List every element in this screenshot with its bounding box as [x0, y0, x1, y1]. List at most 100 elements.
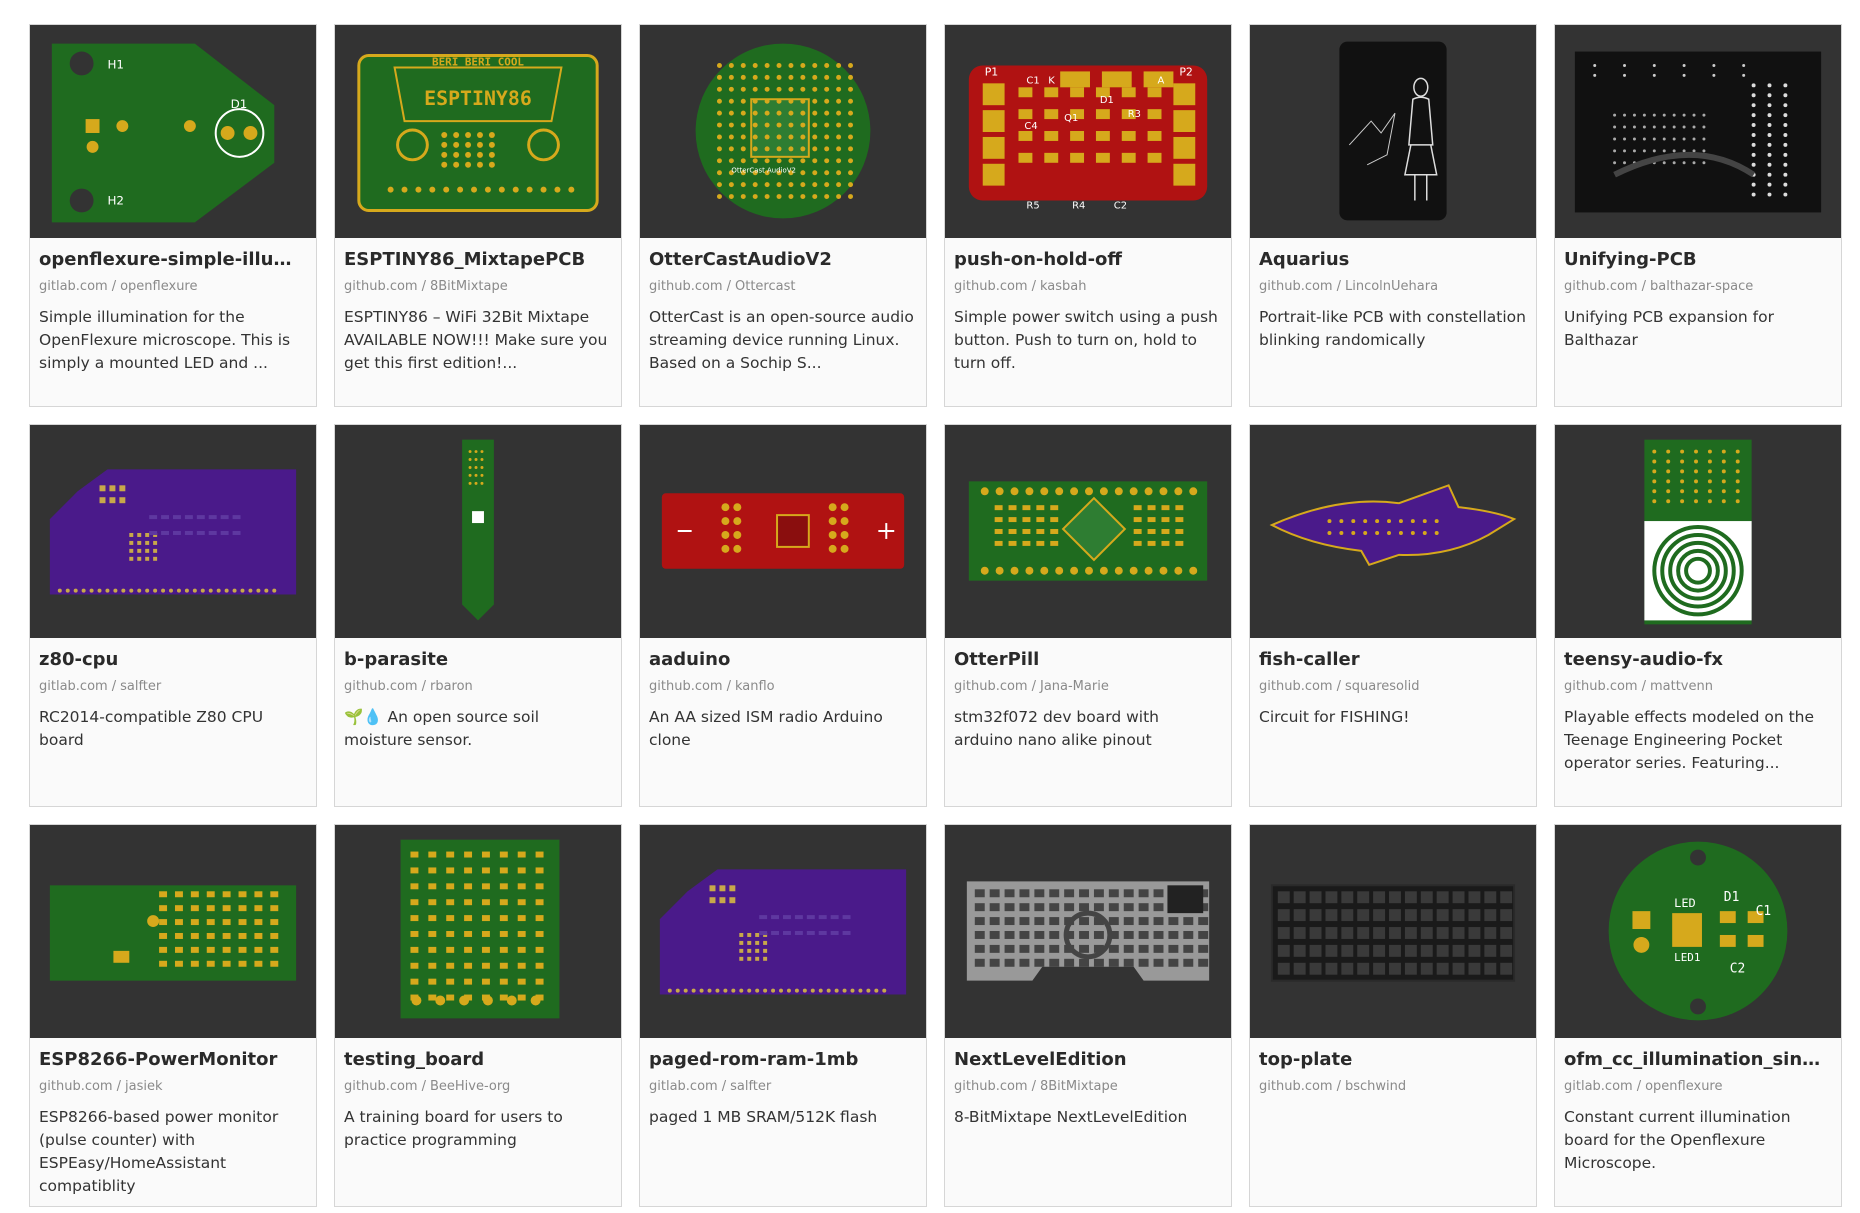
project-thumbnail[interactable]: [945, 425, 1231, 638]
source-owner[interactable]: Ottercast: [735, 279, 795, 294]
project-thumbnail[interactable]: [640, 425, 926, 638]
source-owner[interactable]: jasiek: [125, 1079, 163, 1094]
project-title[interactable]: ESPTINY86_MixtapePCB: [344, 248, 612, 272]
project-card-3[interactable]: P1 P2 C1 K A D1 Q1 R3 C4 R5 R4 C2 push-on-hold-off …: [944, 24, 1232, 407]
project-title[interactable]: OtterPill: [954, 648, 1222, 672]
project-thumbnail[interactable]: [1250, 825, 1536, 1038]
project-card-5[interactable]: Unifying-PCB github.com / balthazar-space …: [1554, 24, 1842, 407]
source-owner[interactable]: 8BitMixtape: [430, 279, 508, 294]
source-owner[interactable]: openflexure: [120, 279, 197, 294]
source-site[interactable]: gitlab.com: [649, 1079, 718, 1094]
source-owner[interactable]: Jana-Marie: [1040, 679, 1109, 694]
project-description: An AA sized ISM radio Arduino clone: [649, 708, 883, 749]
source-site[interactable]: github.com: [1259, 679, 1333, 694]
source-site[interactable]: github.com: [1259, 1079, 1333, 1094]
project-info: openflexure-simple-illumina... gitlab.co…: [30, 238, 316, 375]
project-card-12[interactable]: ESP8266-PowerMonitor github.com / jasiek E…: [29, 824, 317, 1207]
project-title[interactable]: openflexure-simple-illumina...: [39, 248, 307, 272]
project-card-10[interactable]: fish-caller github.com / squaresolid Circu…: [1249, 424, 1537, 807]
source-owner[interactable]: LincolnUehara: [1345, 279, 1438, 294]
project-thumbnail[interactable]: P1 P2 C1 K A D1 Q1 R3 C4 R5 R4 C2: [945, 25, 1231, 238]
source-owner[interactable]: 8BitMixtape: [1040, 1079, 1118, 1094]
project-card-0[interactable]: H1H2D1 openflexure-simple-illumina... gi…: [29, 24, 317, 407]
pcb-silkscreen-label: H2: [107, 193, 124, 207]
project-card-6[interactable]: z80-cpu gitlab.com / salfter RC2014-compat…: [29, 424, 317, 807]
source-site[interactable]: gitlab.com: [39, 679, 108, 694]
project-title[interactable]: top-plate: [1259, 1048, 1527, 1072]
project-title[interactable]: teensy-audio-fx: [1564, 648, 1832, 672]
source-site[interactable]: github.com: [649, 279, 723, 294]
source-owner[interactable]: balthazar-space: [1650, 279, 1753, 294]
source-site[interactable]: gitlab.com: [1564, 1079, 1633, 1094]
project-title[interactable]: Unifying-PCB: [1564, 248, 1832, 272]
source-site[interactable]: github.com: [1259, 279, 1333, 294]
source-owner[interactable]: kasbah: [1040, 279, 1087, 294]
source-site[interactable]: github.com: [954, 279, 1028, 294]
project-card-17[interactable]: LED D1 C1 LED1 C2 ofm_cc_illumination_single…: [1554, 824, 1842, 1207]
source-site[interactable]: github.com: [344, 279, 418, 294]
pcb-black-portrait-icon: [1339, 41, 1447, 221]
project-card-14[interactable]: paged-rom-ram-1mb gitlab.com / salfter pag…: [639, 824, 927, 1207]
project-card-11[interactable]: teensy-audio-fx github.com / mattvenn Play…: [1554, 424, 1842, 807]
project-thumbnail[interactable]: OtterCast AudioV2: [640, 25, 926, 238]
project-source: github.com / kasbah: [954, 278, 1222, 296]
project-title[interactable]: paged-rom-ram-1mb: [649, 1048, 917, 1072]
project-thumbnail[interactable]: [30, 825, 316, 1038]
project-description: Simple power switch using a push button.…: [954, 308, 1218, 372]
source-owner[interactable]: salfter: [730, 1079, 771, 1094]
project-thumbnail[interactable]: [640, 825, 926, 1038]
project-card-7[interactable]: b-parasite github.com / rbaron 🌱💧 An open …: [334, 424, 622, 807]
source-site[interactable]: github.com: [344, 1079, 418, 1094]
source-owner[interactable]: salfter: [120, 679, 161, 694]
project-thumbnail[interactable]: LED D1 C1 LED1 C2: [1555, 825, 1841, 1038]
project-title[interactable]: b-parasite: [344, 648, 612, 672]
source-owner[interactable]: mattvenn: [1650, 679, 1713, 694]
project-title[interactable]: aaduino: [649, 648, 917, 672]
project-title[interactable]: push-on-hold-off: [954, 248, 1222, 272]
project-thumbnail[interactable]: BERI BERI COOL ESPTINY86: [335, 25, 621, 238]
project-thumbnail[interactable]: [1250, 425, 1536, 638]
source-site[interactable]: github.com: [39, 1079, 113, 1094]
source-site[interactable]: github.com: [344, 679, 418, 694]
project-description: Portrait-like PCB with constellation bli…: [1259, 308, 1526, 349]
project-title[interactable]: NextLevelEdition: [954, 1048, 1222, 1072]
source-site[interactable]: github.com: [1564, 279, 1638, 294]
project-card-8[interactable]: aaduino github.com / kanflo An AA sized IS…: [639, 424, 927, 807]
project-thumbnail[interactable]: [335, 425, 621, 638]
project-card-4[interactable]: Aquarius github.com / LincolnUehara Portra…: [1249, 24, 1537, 407]
source-owner[interactable]: openflexure: [1645, 1079, 1722, 1094]
project-thumbnail[interactable]: [30, 425, 316, 638]
project-thumbnail[interactable]: [1555, 425, 1841, 638]
project-title[interactable]: Aquarius: [1259, 248, 1527, 272]
project-card-13[interactable]: testing_board github.com / BeeHive-org A t…: [334, 824, 622, 1207]
project-card-15[interactable]: NextLevelEdition github.com/8BitMixtape …: [944, 824, 1232, 1207]
project-thumbnail[interactable]: H1 H2 D1: [30, 25, 316, 238]
project-thumbnail[interactable]: [335, 825, 621, 1038]
project-card-1[interactable]: BERI BERI COOL ESPTINY86 ESPTINY86_Mixtap…: [334, 24, 622, 407]
source-site[interactable]: github.com: [954, 1079, 1028, 1094]
project-title[interactable]: fish-caller: [1259, 648, 1527, 672]
project-card-2[interactable]: OtterCast AudioV2 OtterCastAudioV2 githu…: [639, 24, 927, 407]
project-thumbnail[interactable]: [1250, 25, 1536, 238]
source-site[interactable]: github.com: [649, 679, 723, 694]
source-site[interactable]: github.com: [1564, 679, 1638, 694]
project-card-9[interactable]: OtterPill github.com / Jana-Marie stm32f07…: [944, 424, 1232, 807]
source-owner[interactable]: bschwind: [1345, 1079, 1406, 1094]
project-thumbnail[interactable]: [1555, 25, 1841, 238]
project-title[interactable]: z80-cpu: [39, 648, 307, 672]
project-title[interactable]: ofm_cc_illumination_single: [1564, 1048, 1832, 1072]
source-separator: /: [726, 279, 731, 294]
source-owner[interactable]: kanflo: [735, 679, 775, 694]
project-card-16[interactable]: top-plate github.com / bschwind: [1249, 824, 1537, 1207]
project-title[interactable]: testing_board: [344, 1048, 612, 1072]
pcb-purple-fish-icon: [1269, 484, 1517, 566]
project-thumbnail[interactable]: [945, 825, 1231, 1038]
source-owner[interactable]: rbaron: [430, 679, 473, 694]
source-site[interactable]: github.com: [954, 679, 1028, 694]
source-owner[interactable]: BeeHive-org: [430, 1079, 510, 1094]
pcb-silkscreen-label: C2: [1114, 200, 1127, 211]
project-title[interactable]: OtterCastAudioV2: [649, 248, 917, 272]
source-owner[interactable]: squaresolid: [1345, 679, 1420, 694]
source-site[interactable]: gitlab.com: [39, 279, 108, 294]
project-title[interactable]: ESP8266-PowerMonitor: [39, 1048, 307, 1072]
